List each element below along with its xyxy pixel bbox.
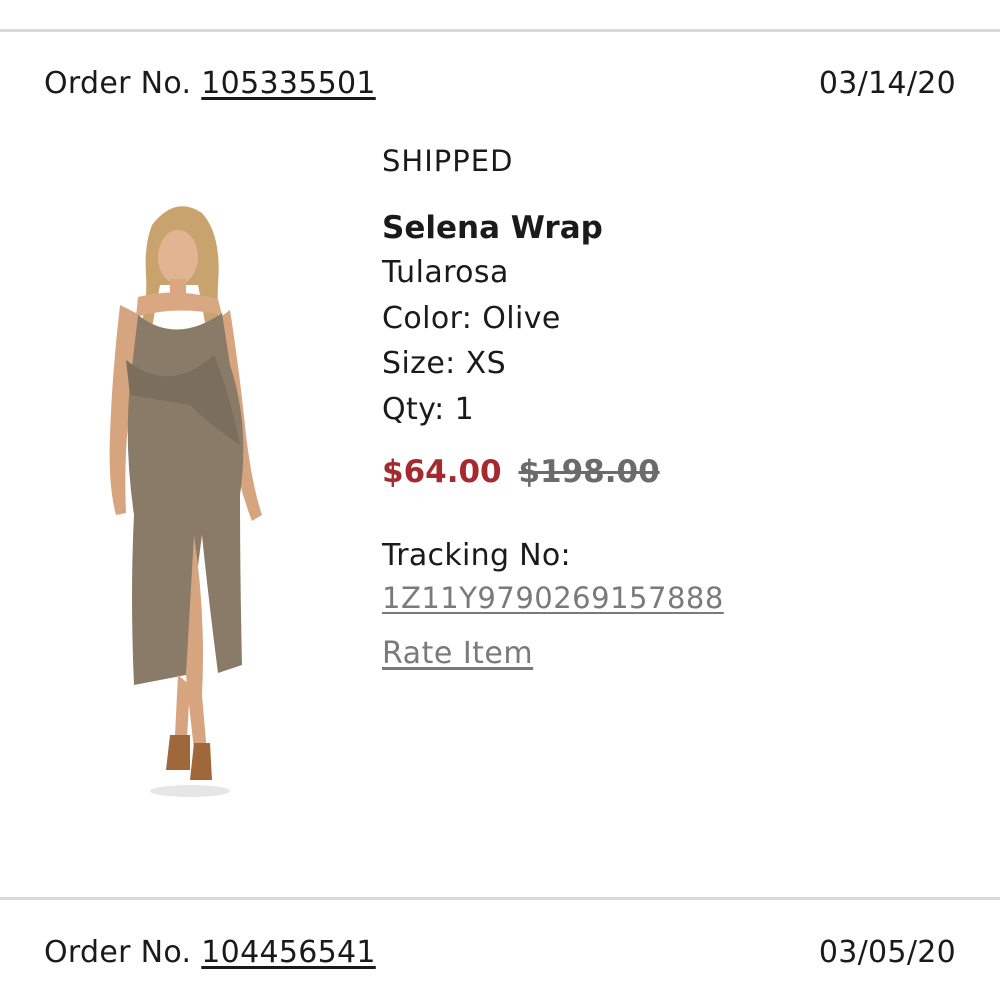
order-item-details: SHIPPED Selena Wrap Tularosa Color: Oliv… [382,140,982,675]
price-row: $64.00 $198.00 [382,450,982,494]
order-number-link[interactable]: 104456541 [201,935,375,970]
order-header: Order No. 105335501 03/14/20 [44,63,956,103]
order-number-label: Order No. [44,65,192,101]
product-size: Size: XS [382,346,507,381]
dress-model-illustration [109,206,262,797]
tracking-number-link[interactable]: 1Z11Y9790269157888 [382,577,982,619]
product-quantity: Qty: 1 [382,391,475,427]
tracking-label: Tracking No: [382,538,571,573]
order-date: 03/14/20 [818,65,956,101]
product-color: Color: Olive [382,300,561,336]
product-image[interactable] [90,195,290,800]
order-number-row: Order No. 105335501 [44,66,376,101]
shipping-status: SHIPPED [382,144,514,178]
order-number-row: Order No. 104456541 [44,935,376,970]
order-date: 03/05/20 [818,934,956,970]
original-price: $198.00 [518,454,660,490]
order-header: Order No. 104456541 03/05/20 [44,932,956,972]
sale-price: $64.00 [382,454,502,490]
order-history-page: Order No. 105335501 03/14/20 SHIPPED Sel… [0,0,1000,1000]
product-brand: Tularosa [382,255,509,290]
order-number-link[interactable]: 105335501 [201,66,375,101]
product-name[interactable]: Selena Wrap [382,206,982,250]
top-divider [0,29,1000,32]
order-divider [0,897,1000,900]
rate-item-link[interactable]: Rate Item [382,633,533,675]
order-number-label: Order No. [44,934,192,970]
